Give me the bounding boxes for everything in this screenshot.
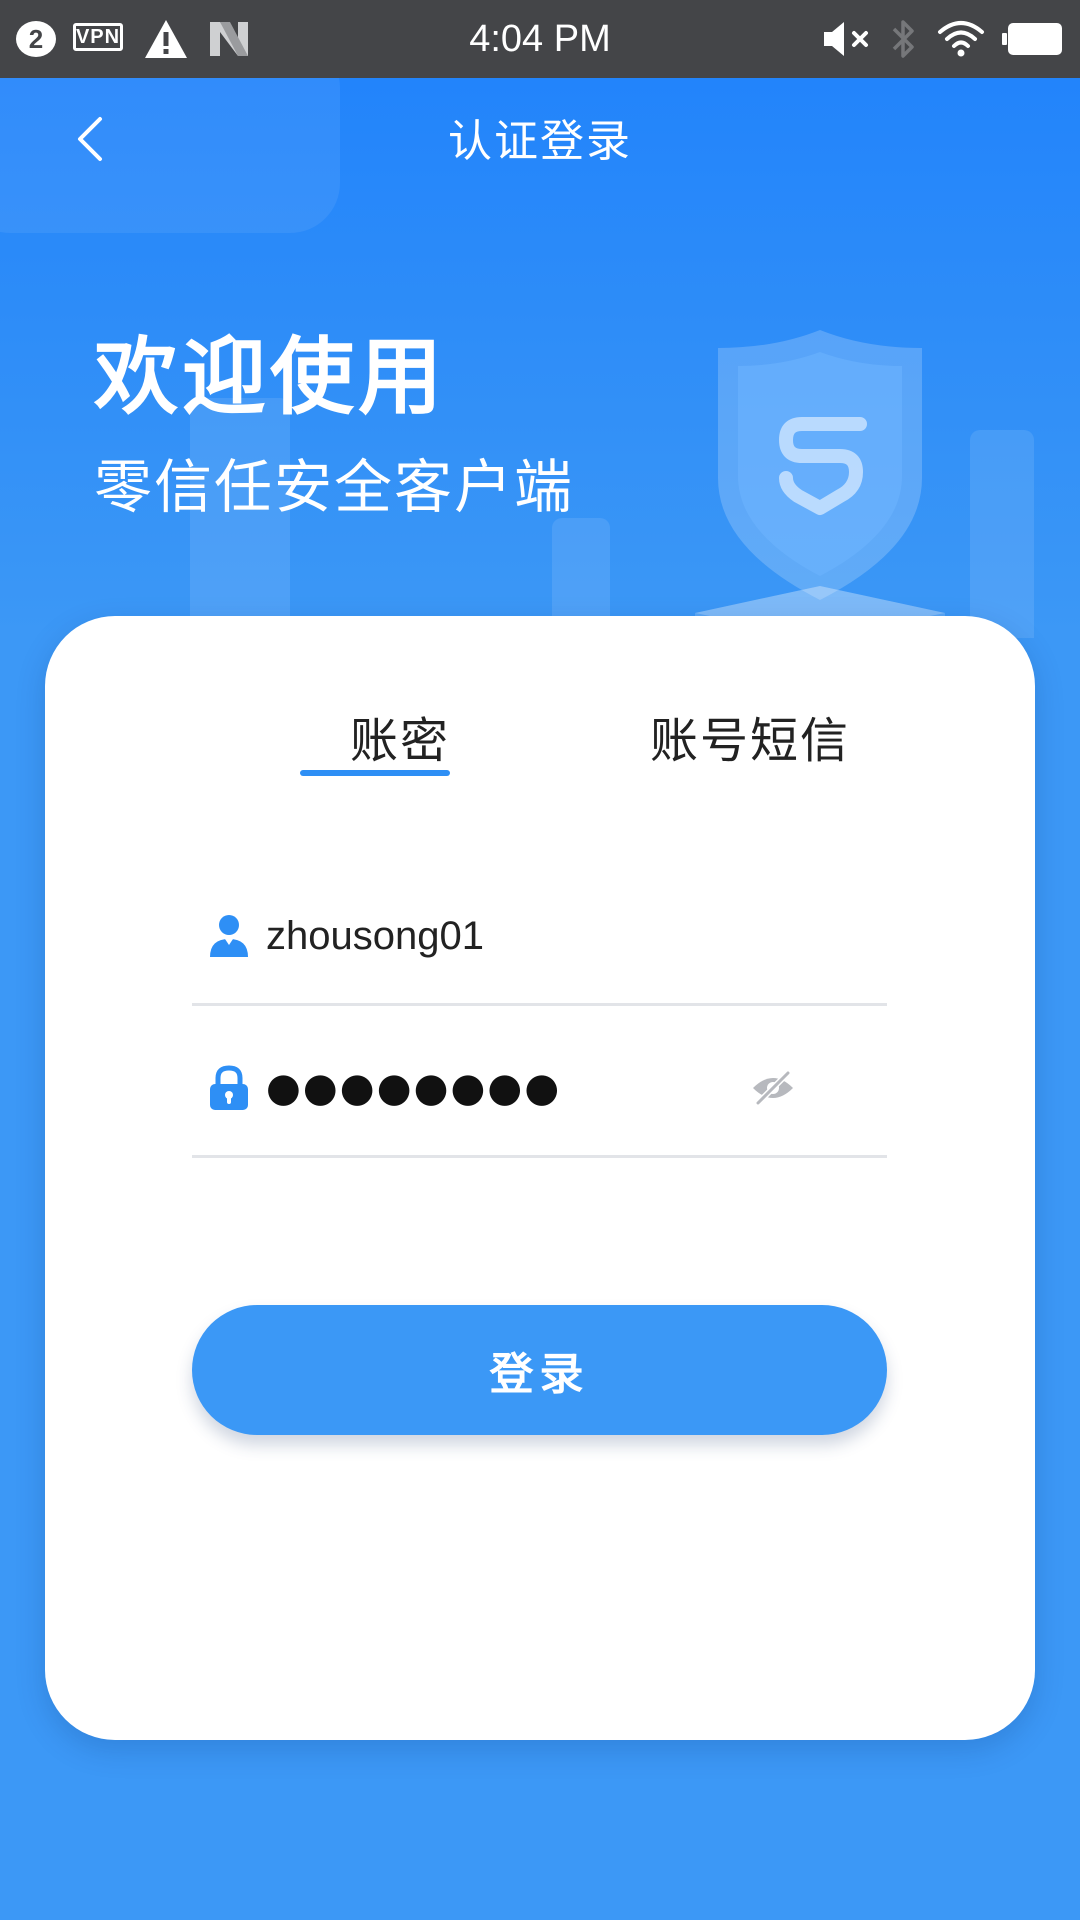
page-title: 认证登录 [448, 116, 632, 167]
tab-label: 账号短信 [649, 713, 850, 769]
active-tab-indicator [300, 770, 450, 776]
notification-count: 2 [28, 23, 44, 54]
warning-icon [145, 20, 187, 58]
hero-banner: 认证登录 欢迎使用 零信任安全客户端 [0, 78, 1080, 638]
eye-hidden-icon [753, 1070, 793, 1106]
welcome-title: 欢迎使用 [94, 328, 447, 426]
hero-decoration-bar [970, 430, 1034, 638]
user-icon [210, 915, 248, 957]
status-bar: 2 VPN 4:04 PM [0, 0, 1080, 78]
login-card: 账密 账号短信 ●●●●●●●● [45, 616, 1035, 1740]
password-visibility-toggle[interactable] [748, 1066, 798, 1110]
login-button[interactable]: 登录 [192, 1305, 887, 1435]
back-button[interactable] [60, 98, 120, 180]
vpn-icon: VPN [73, 23, 123, 51]
login-screen: 2 VPN 4:04 PM 认证登录 欢迎使用 零信任安全客户端 账密 账号短信… [0, 0, 1080, 1920]
hero-decoration [0, 78, 340, 233]
welcome-subtitle: 零信任安全客户端 [94, 453, 575, 521]
password-input[interactable]: ●●●●●●●● [266, 1048, 766, 1128]
username-field [192, 856, 887, 1006]
username-input[interactable] [266, 896, 766, 976]
tab-account-sms[interactable]: 账号短信 [585, 646, 915, 796]
tab-label: 账密 [349, 713, 450, 769]
lock-icon [210, 1065, 248, 1110]
chevron-left-icon [78, 117, 102, 161]
bluetooth-icon [892, 20, 914, 58]
shield-s-icon [695, 330, 945, 638]
password-field: ●●●●●●●● [192, 1008, 887, 1158]
battery-icon [1002, 23, 1062, 55]
mute-icon [824, 22, 868, 56]
field-divider [192, 1155, 887, 1158]
n-app-icon [210, 22, 248, 56]
field-divider [192, 1003, 887, 1006]
wifi-icon [938, 21, 984, 57]
notification-count-icon: 2 [16, 21, 56, 57]
vpn-label: VPN [75, 25, 121, 48]
status-time: 4:04 PM [469, 17, 611, 60]
